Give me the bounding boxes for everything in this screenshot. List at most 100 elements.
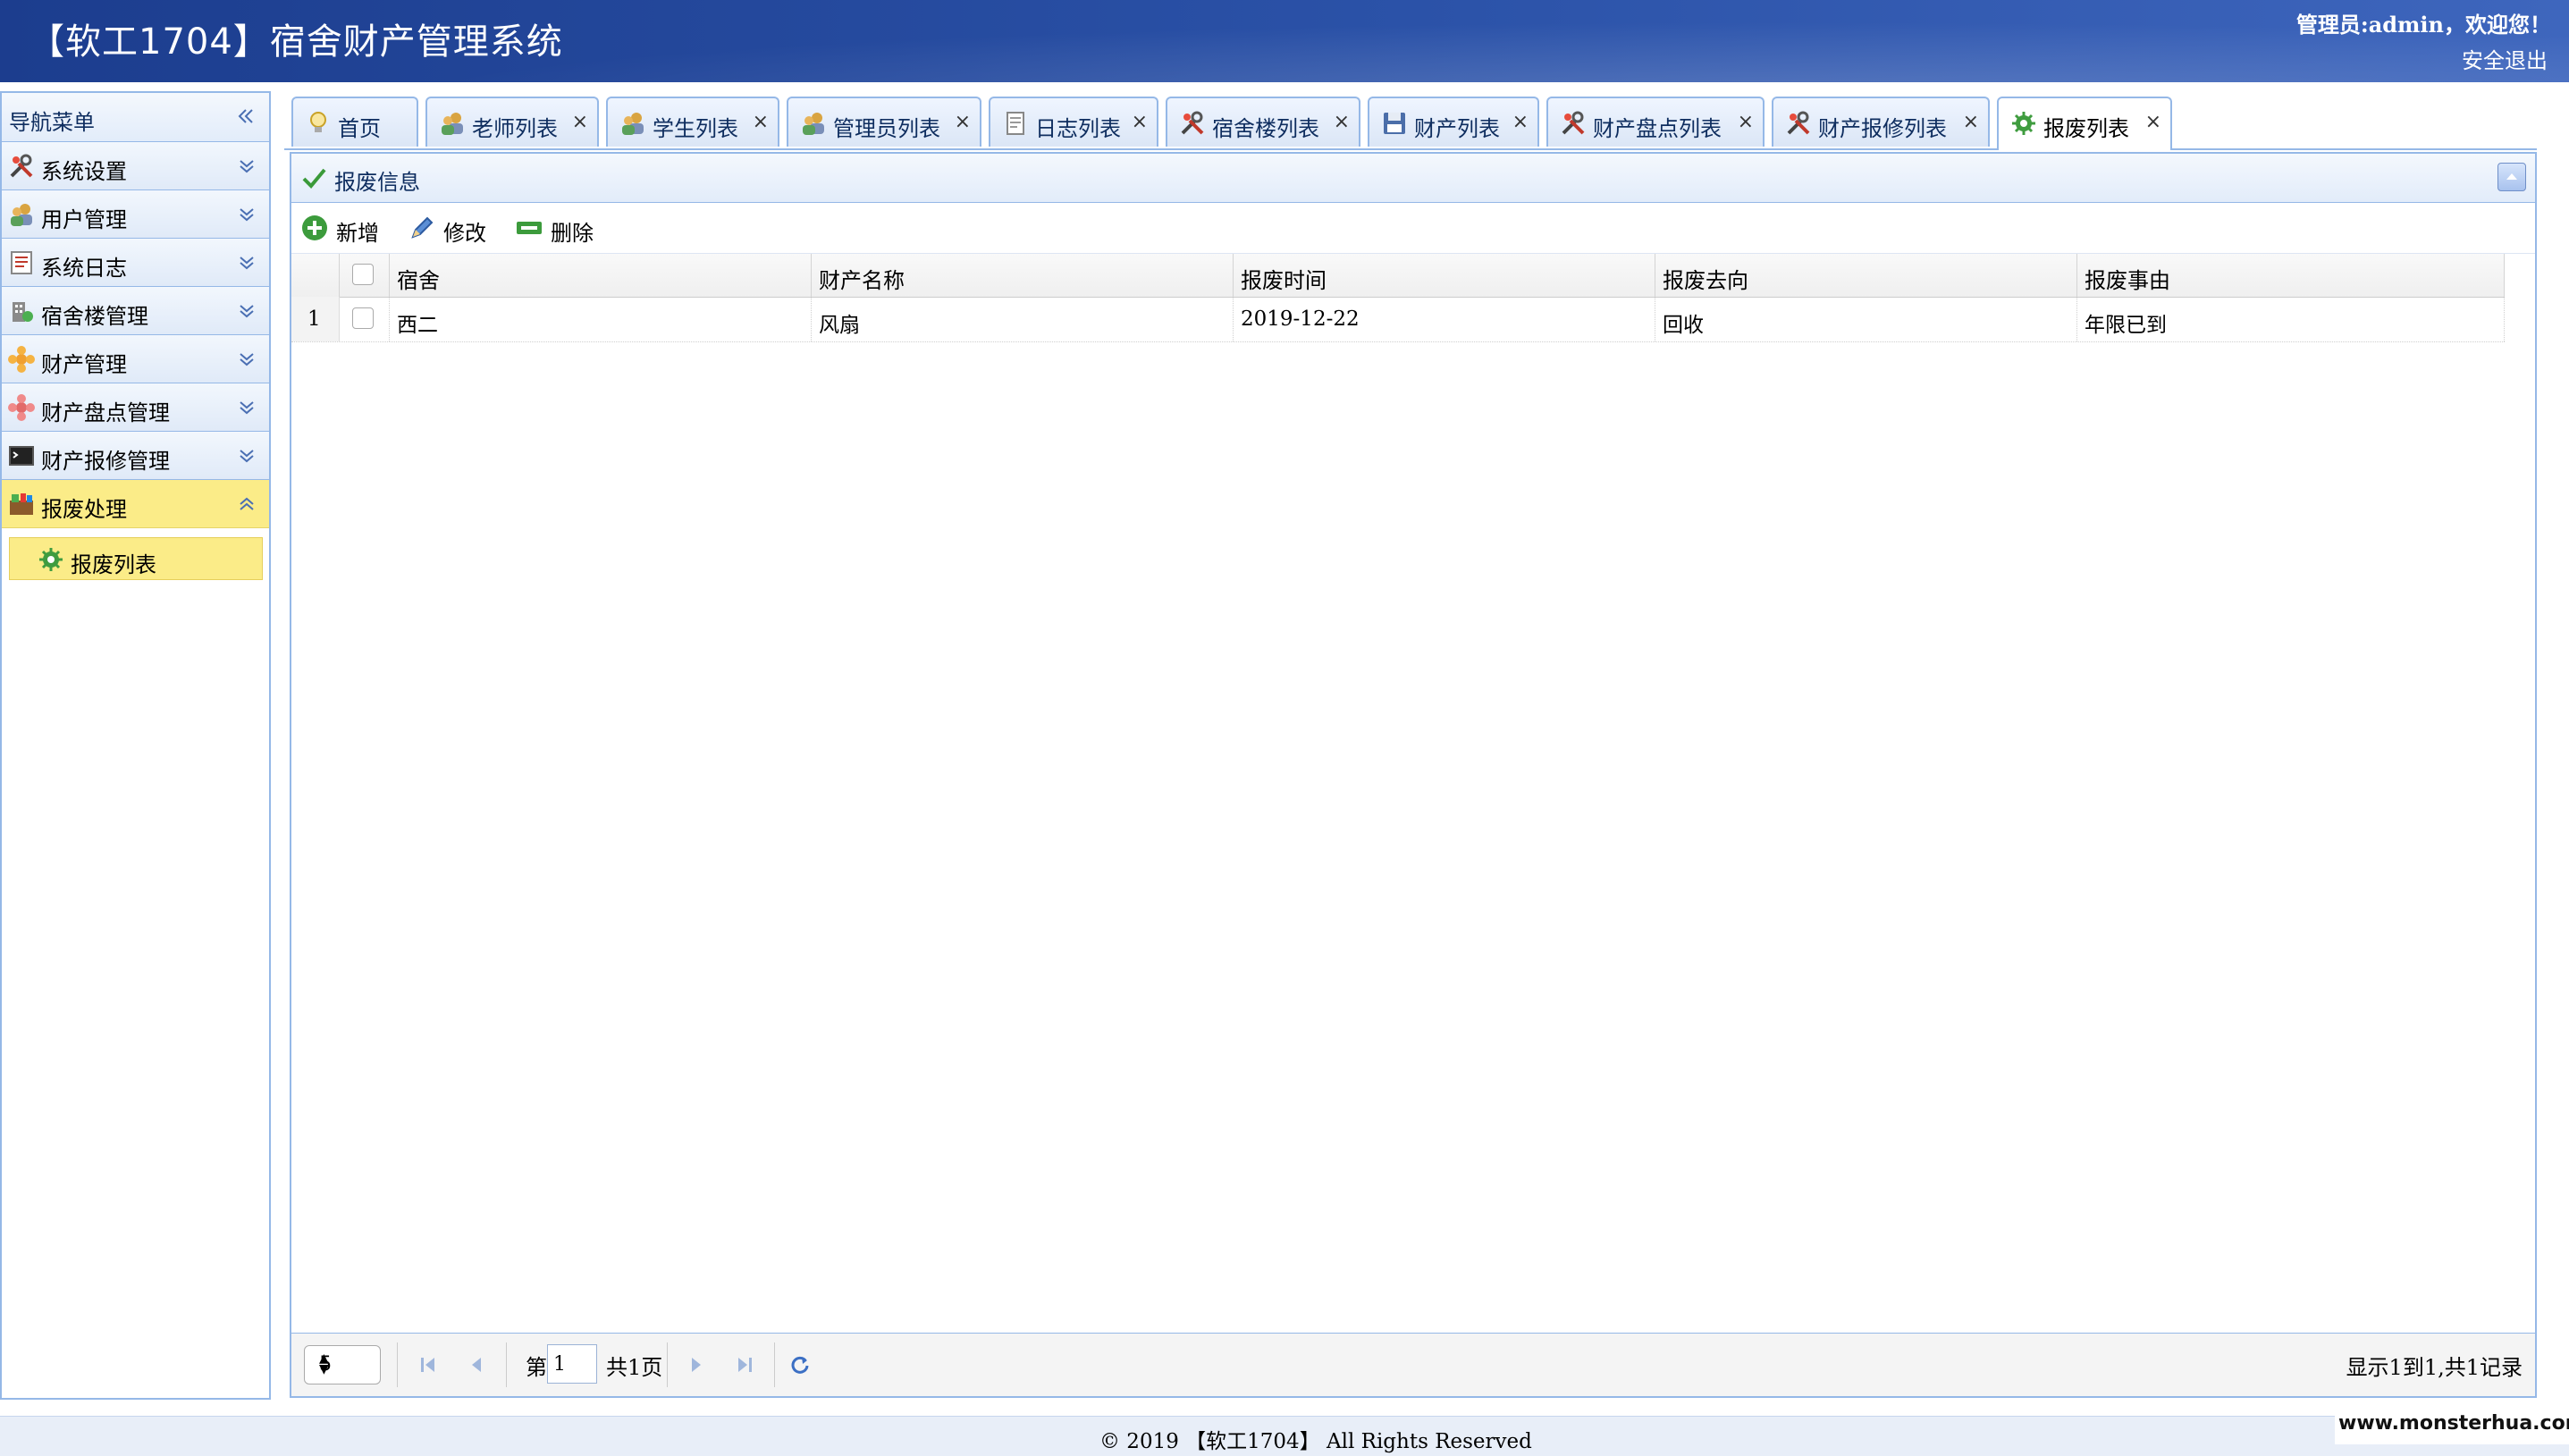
users-icon: [619, 109, 647, 138]
sidebar-item-label: 宿舍楼管理: [41, 304, 148, 329]
tab-home[interactable]: 首页: [291, 97, 418, 147]
tab-admin-list[interactable]: 管理员列表 ×: [787, 97, 981, 147]
row-number-header: [291, 254, 340, 297]
tab-label: 宿舍楼列表: [1212, 116, 1319, 141]
inventory-icon: [7, 393, 36, 422]
pagination-bar: 5 ▲▼ 第 共1页 显示1到1,共1记录: [291, 1333, 2535, 1396]
chevron-down-icon[interactable]: [237, 349, 257, 369]
chevron-down-icon[interactable]: [237, 398, 257, 417]
sidebar-item-dorm-building[interactable]: 宿舍楼管理: [2, 287, 269, 335]
close-icon[interactable]: ×: [2145, 111, 2161, 133]
sidebar-item-system-log[interactable]: 系统日志: [2, 239, 269, 287]
users-icon: [799, 109, 828, 138]
close-icon[interactable]: ×: [1963, 111, 1979, 133]
edit-button[interactable]: 修改: [408, 212, 497, 246]
divider: [667, 1342, 668, 1387]
collapse-up-icon[interactable]: [2497, 163, 2526, 191]
close-icon[interactable]: ×: [1334, 111, 1350, 133]
tab-asset-list[interactable]: 财产列表 ×: [1368, 97, 1539, 147]
table-row[interactable]: 1 西二 风扇 2019-12-22 回收 年限已到: [291, 297, 2505, 342]
add-button[interactable]: 新增: [300, 212, 390, 246]
cell-dorm: 西二: [390, 297, 812, 341]
column-header-destination[interactable]: 报废去向: [1655, 254, 2077, 297]
page-number-input[interactable]: [547, 1344, 597, 1384]
sidebar-item-label: 系统设置: [41, 159, 127, 184]
tab-label: 报废列表: [2043, 116, 2129, 141]
close-icon[interactable]: ×: [572, 111, 588, 133]
submenu: 报废列表: [2, 528, 269, 591]
prev-page-icon[interactable]: [465, 1353, 488, 1376]
tab-repair-list[interactable]: 财产报修列表 ×: [1772, 97, 1990, 147]
delete-button[interactable]: 删除: [515, 212, 604, 246]
welcome-text: 管理员:admin，欢迎您！: [2295, 12, 2551, 38]
scrap-icon: [7, 490, 36, 518]
cell-reason: 年限已到: [2077, 297, 2505, 341]
sidebar-item-inventory-management[interactable]: 财产盘点管理: [2, 383, 269, 432]
chevron-up-icon[interactable]: [237, 494, 257, 514]
column-header-reason[interactable]: 报废事由: [2077, 254, 2505, 297]
row-select-cell: [340, 297, 390, 341]
column-header-asset[interactable]: 财产名称: [812, 254, 1234, 297]
select-all-checkbox[interactable]: [352, 264, 374, 285]
divider: [774, 1342, 775, 1387]
footer: © 2019 【软工1704】 All Rights Reserved: [0, 1416, 2569, 1456]
lightbulb-icon: [304, 109, 333, 138]
close-icon[interactable]: ×: [1132, 111, 1148, 133]
divider: [397, 1342, 398, 1387]
cell-text: 回收: [1663, 314, 1704, 337]
cell-text: 年限已到: [2085, 314, 2167, 337]
watermark: www.monsterhua.com: [2335, 1405, 2569, 1444]
close-icon[interactable]: ×: [955, 111, 971, 133]
column-header-dorm[interactable]: 宿舍: [390, 254, 812, 297]
select-all-cell: [340, 254, 390, 297]
row-checkbox[interactable]: [352, 307, 374, 329]
column-header-date[interactable]: 报废时间: [1234, 254, 1655, 297]
tab-strip: 首页 老师列表 × 学生列表 × 管理员列表 × 日志列表 × 宿舍楼列表 ×: [284, 91, 2537, 150]
sidebar-item-scrap-processing[interactable]: 报废处理: [2, 480, 269, 528]
tab-scrap-list[interactable]: 报废列表 ×: [1997, 97, 2172, 150]
plus-icon: [300, 214, 329, 242]
chevron-down-icon[interactable]: [237, 253, 257, 273]
gear-icon: [37, 545, 65, 574]
tab-teacher-list[interactable]: 老师列表 ×: [425, 97, 599, 147]
sidebar-item-repair-management[interactable]: 财产报修管理: [2, 432, 269, 480]
add-button-label: 新增: [336, 221, 379, 246]
sidebar-item-asset-management[interactable]: 财产管理: [2, 335, 269, 383]
page-size-select[interactable]: 5 ▲ ▼: [304, 1345, 381, 1384]
sidebar-item-system-settings[interactable]: 系统设置: [2, 142, 269, 190]
first-page-icon[interactable]: [417, 1353, 440, 1376]
chevron-down-icon[interactable]: [237, 446, 257, 466]
tab-dorm-building-list[interactable]: 宿舍楼列表 ×: [1166, 97, 1360, 147]
app-title: 【软工1704】宿舍财产管理系统: [29, 21, 563, 63]
tools-icon: [1559, 109, 1588, 138]
close-icon[interactable]: ×: [753, 111, 769, 133]
sidebar-item-user-management[interactable]: 用户管理: [2, 190, 269, 239]
document-icon: [1001, 109, 1030, 138]
chevron-down-icon[interactable]: [237, 301, 257, 321]
cell-destination: 回收: [1655, 297, 2077, 341]
collapse-left-icon[interactable]: [235, 105, 257, 127]
save-icon: [1380, 109, 1409, 138]
refresh-icon[interactable]: [788, 1353, 812, 1376]
log-icon: [7, 248, 36, 277]
close-icon[interactable]: ×: [1512, 111, 1529, 133]
checkmark-icon: [300, 164, 327, 191]
logout-link[interactable]: 安全退出: [2462, 43, 2548, 74]
tab-inventory-list[interactable]: 财产盘点列表 ×: [1546, 97, 1765, 147]
tab-label: 首页: [338, 116, 381, 141]
divider: [506, 1342, 507, 1387]
tab-label: 学生列表: [653, 116, 738, 141]
tab-student-list[interactable]: 学生列表 ×: [606, 97, 779, 147]
tab-label: 财产盘点列表: [1593, 116, 1722, 141]
chevron-down-icon[interactable]: [237, 205, 257, 224]
cell-text: 2019-12-22: [1241, 307, 1360, 331]
close-icon[interactable]: ×: [1738, 111, 1754, 133]
submenu-item-scrap-list[interactable]: 报废列表: [9, 537, 263, 580]
app-header: 【软工1704】宿舍财产管理系统 管理员:admin，欢迎您！ 安全退出: [0, 0, 2569, 82]
sidebar-item-label: 系统日志: [41, 256, 127, 281]
next-page-icon[interactable]: [685, 1353, 708, 1376]
page-label-prefix: 第: [526, 1355, 547, 1380]
chevron-down-icon[interactable]: [237, 156, 257, 176]
tab-log-list[interactable]: 日志列表 ×: [989, 97, 1158, 147]
last-page-icon[interactable]: [733, 1353, 756, 1376]
